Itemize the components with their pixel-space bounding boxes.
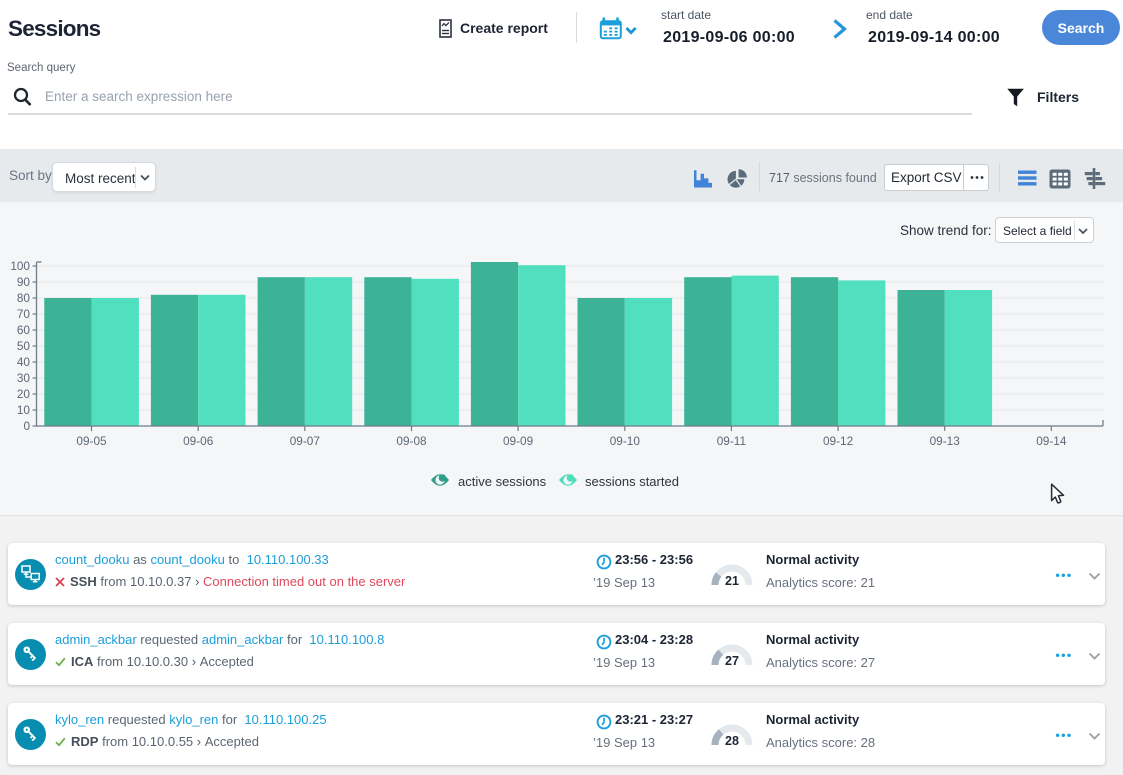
svg-text:09-10: 09-10 — [610, 434, 641, 448]
svg-text:80: 80 — [17, 291, 31, 305]
svg-text:50: 50 — [17, 339, 31, 353]
svg-text:09-13: 09-13 — [930, 434, 961, 448]
svg-text:27: 27 — [725, 654, 739, 668]
svg-text:09-05: 09-05 — [76, 434, 107, 448]
svg-text:60: 60 — [17, 323, 31, 337]
svg-text:10: 10 — [17, 403, 31, 417]
svg-text:21: 21 — [725, 574, 739, 588]
svg-text:28: 28 — [725, 734, 739, 748]
svg-text:20: 20 — [17, 387, 31, 401]
svg-text:09-09: 09-09 — [503, 434, 533, 448]
svg-text:09-12: 09-12 — [823, 434, 853, 448]
svg-text:09-14: 09-14 — [1036, 434, 1067, 448]
svg-text:0: 0 — [23, 419, 30, 433]
svg-text:09-08: 09-08 — [396, 434, 427, 448]
svg-text:40: 40 — [17, 355, 31, 369]
svg-text:90: 90 — [17, 275, 31, 289]
svg-text:09-11: 09-11 — [717, 434, 746, 448]
svg-text:70: 70 — [17, 307, 31, 321]
svg-text:09-07: 09-07 — [290, 434, 320, 448]
svg-text:100: 100 — [10, 259, 30, 273]
svg-text:30: 30 — [17, 371, 31, 385]
svg-text:09-06: 09-06 — [183, 434, 214, 448]
